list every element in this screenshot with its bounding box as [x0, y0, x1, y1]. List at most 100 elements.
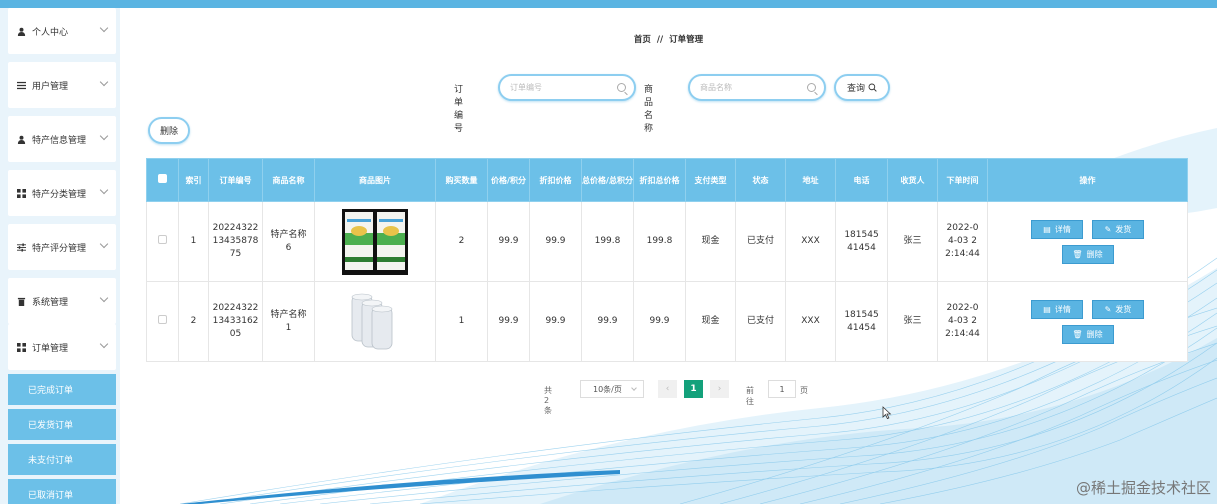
row-select-cell	[146, 201, 179, 282]
page-size-select[interactable]: 10条/页	[580, 380, 644, 398]
product-image-bags	[342, 208, 408, 275]
trash-icon: 🗑	[1072, 249, 1083, 259]
sidebar-item-label: 特产评分管理	[32, 243, 87, 254]
sidebar-subitem-completed[interactable]: 已完成订单	[8, 374, 116, 405]
table-header-row: 索引 订单编号 商品名称 商品图片 购买数量 价格/积分 折扣价格 总价格/总积…	[146, 158, 1188, 202]
header-discount-price: 折扣价格	[529, 158, 582, 202]
query-button[interactable]: 查询	[834, 74, 890, 101]
sidebar-item-system-management[interactable]: 系统管理	[8, 278, 116, 324]
cell-status: 已支付	[735, 281, 786, 362]
sidebar-item-label: 特产分类管理	[32, 189, 87, 200]
product-image-rolls	[342, 288, 408, 355]
cell-product-image	[314, 201, 436, 282]
sidebar-item-personal-center[interactable]: 个人中心	[8, 8, 116, 54]
header-receiver: 收货人	[887, 158, 938, 202]
product-name-placeholder: 商品名称	[700, 83, 732, 92]
sidebar-item-product-category[interactable]: 特产分类管理	[8, 170, 116, 216]
cell-product-name: 特产名称1	[262, 281, 315, 362]
cell-order-time: 2022-04-03 22:14:44	[937, 281, 988, 362]
order-no-placeholder: 订单编号	[510, 83, 542, 92]
sidebar-item-label: 系统管理	[32, 297, 69, 308]
cell-order-no: 2022432213433162 05	[208, 281, 263, 362]
product-name-input[interactable]: 商品名称	[688, 74, 826, 101]
next-page-button[interactable]: ›	[710, 380, 729, 398]
ship-button-label: 发货	[1115, 304, 1132, 314]
header-pay-type: 支付类型	[685, 158, 736, 202]
cell-quantity: 2	[435, 201, 488, 282]
sidebar-item-label: 特产信息管理	[32, 135, 87, 146]
ship-button[interactable]: ✎ 发货	[1091, 219, 1144, 239]
chevron-down-icon	[99, 77, 109, 87]
cell-index: 1	[178, 201, 209, 282]
chevron-down-icon	[99, 131, 109, 141]
sidebar-item-order-management[interactable]: 订单管理	[8, 324, 116, 370]
sidebar-item-user-management[interactable]: 用户管理	[8, 62, 116, 108]
ship-button[interactable]: ✎ 发货	[1091, 299, 1144, 319]
order-no-label: 订单编号	[454, 85, 464, 134]
sidebar-item-product-rating[interactable]: 特产评分管理	[8, 224, 116, 270]
document-icon: ▤	[1043, 224, 1051, 234]
select-all-checkbox[interactable]	[158, 173, 167, 183]
cell-discount-price: 99.9	[529, 201, 582, 282]
row-checkbox[interactable]	[158, 234, 167, 244]
cell-receiver: 张三	[887, 201, 938, 282]
header-order-no: 订单编号	[208, 158, 263, 202]
cell-quantity: 1	[435, 281, 488, 362]
cell-product-name: 特产名称6	[262, 201, 315, 282]
top-accent-bar	[0, 0, 1217, 8]
cell-product-image	[314, 281, 436, 362]
header-status: 状态	[735, 158, 786, 202]
goto-page-input[interactable]: 1	[768, 380, 796, 398]
sidebar-subitem-shipped[interactable]: 已发货订单	[8, 409, 116, 440]
cell-phone: 18154541454	[835, 201, 888, 282]
sidebar-item-product-info[interactable]: 特产信息管理	[8, 116, 116, 162]
header-product-image: 商品图片	[314, 158, 436, 202]
cell-receiver: 张三	[887, 281, 938, 362]
chevron-down-icon	[99, 293, 109, 303]
cell-index: 2	[178, 281, 209, 362]
chevron-down-icon	[99, 23, 109, 33]
user-icon	[16, 134, 26, 144]
sidebar-item-label: 个人中心	[32, 27, 69, 38]
cell-actions: ▤ 详情 ✎ 发货 🗑 删除	[987, 201, 1188, 282]
header-select-all[interactable]	[146, 158, 179, 202]
trash-icon	[16, 296, 26, 306]
chevron-down-icon	[99, 239, 109, 249]
search-icon	[807, 83, 816, 92]
search-icon	[868, 83, 877, 92]
prev-page-button[interactable]: ‹	[658, 380, 677, 398]
product-name-label: 商品名称	[644, 85, 654, 134]
document-icon: ▤	[1043, 304, 1051, 314]
order-no-input[interactable]: 订单编号	[498, 74, 636, 101]
detail-button[interactable]: ▤ 详情	[1031, 219, 1084, 239]
page-number-current[interactable]: 1	[684, 380, 703, 398]
detail-button-label: 详情	[1054, 304, 1071, 314]
chevron-down-icon	[99, 185, 109, 195]
chevron-right-icon: ›	[717, 384, 722, 394]
sidebar-subitem-cancelled[interactable]: 已取消订单	[8, 479, 116, 504]
sidebar-subitem-unpaid[interactable]: 未支付订单	[8, 444, 116, 475]
cell-status: 已支付	[735, 201, 786, 282]
breadcrumb-separator: //	[656, 35, 664, 45]
grid-icon	[16, 342, 26, 352]
detail-button[interactable]: ▤ 详情	[1031, 299, 1084, 319]
bulk-delete-button[interactable]: 删除	[148, 117, 190, 144]
goto-unit: 页	[800, 386, 808, 395]
cell-discount-total: 199.8	[633, 201, 686, 282]
cell-discount-price: 99.9	[529, 281, 582, 362]
row-delete-button[interactable]: 🗑 删除	[1061, 324, 1114, 344]
cell-pay-type: 现金	[685, 281, 736, 362]
header-quantity: 购买数量	[435, 158, 488, 202]
edit-icon: ✎	[1104, 224, 1112, 234]
chevron-down-icon	[631, 385, 637, 391]
table-row: 2 2022432213433162 05 特产名称1 1 99.9 99.9 …	[146, 281, 1188, 362]
edit-icon: ✎	[1104, 304, 1112, 314]
row-checkbox[interactable]	[158, 314, 167, 324]
cell-actions: ▤ 详情 ✎ 发货 🗑 删除	[987, 281, 1188, 362]
search-icon	[617, 83, 626, 92]
cell-address: XXX	[785, 201, 836, 282]
breadcrumb: 首页 // 订单管理	[120, 33, 1217, 45]
row-delete-button[interactable]: 🗑 删除	[1061, 244, 1114, 264]
main-content: 首页 // 订单管理 订单编号 订单编号 商品名称 商品名称 查询 删除 索引 订单…	[120, 8, 1217, 504]
breadcrumb-home[interactable]: 首页	[634, 35, 651, 45]
